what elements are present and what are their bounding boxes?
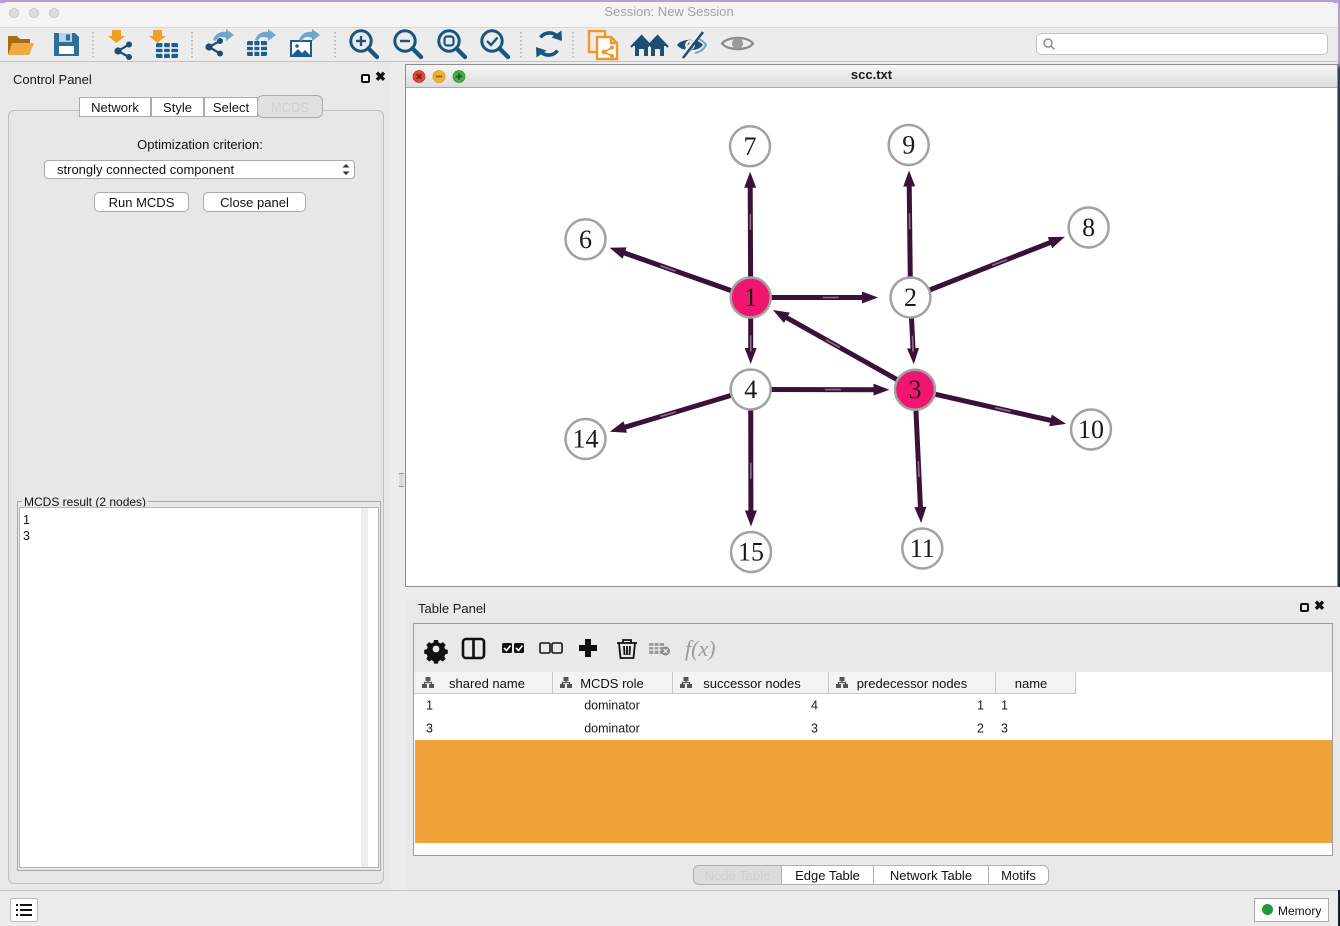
- svg-text:11: 11: [910, 534, 935, 563]
- svg-text:3: 3: [909, 375, 922, 404]
- svg-text:9: 9: [902, 131, 915, 160]
- svg-text:successor nodes: successor nodes: [703, 676, 801, 691]
- svg-text:f(x): f(x): [685, 636, 716, 661]
- svg-text:shared name: shared name: [449, 676, 525, 691]
- svg-text:1: 1: [426, 699, 433, 713]
- svg-text:2: 2: [977, 722, 984, 736]
- svg-text:3: 3: [426, 722, 433, 736]
- svg-text:3: 3: [1001, 722, 1008, 736]
- svg-text:name: name: [1015, 676, 1048, 691]
- svg-text:1: 1: [744, 283, 757, 312]
- svg-text:dominator: dominator: [584, 699, 640, 713]
- svg-text:3: 3: [811, 722, 818, 736]
- svg-text:15: 15: [738, 538, 764, 567]
- svg-text:4: 4: [811, 699, 818, 713]
- svg-text:7: 7: [744, 132, 757, 161]
- svg-text:1: 1: [1001, 699, 1008, 713]
- svg-text:2: 2: [904, 283, 917, 312]
- svg-text:dominator: dominator: [584, 722, 640, 736]
- svg-text:6: 6: [579, 225, 592, 254]
- svg-text:1: 1: [977, 699, 984, 713]
- svg-text:MCDS role: MCDS role: [580, 676, 644, 691]
- svg-text:10: 10: [1078, 415, 1104, 444]
- svg-text:14: 14: [573, 425, 599, 454]
- svg-text:8: 8: [1082, 213, 1095, 242]
- svg-text:4: 4: [744, 375, 757, 404]
- svg-text:predecessor nodes: predecessor nodes: [857, 676, 968, 691]
